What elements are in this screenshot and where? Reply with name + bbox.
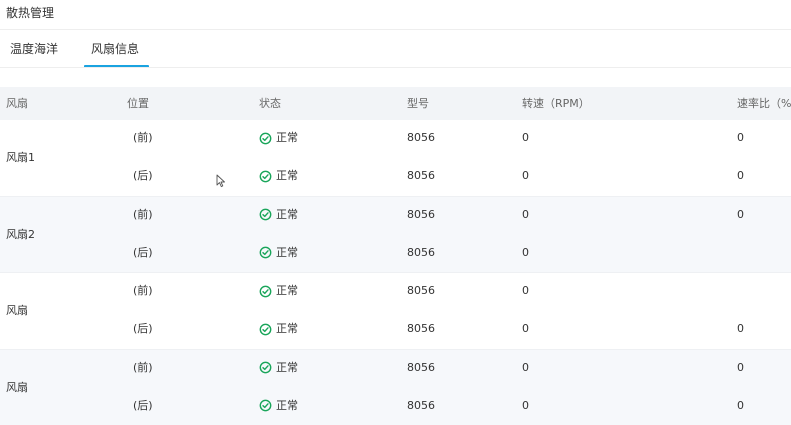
ratio-cell: 0 [737, 131, 744, 144]
status-cell: 正常 [259, 398, 298, 414]
status-text: 正常 [276, 131, 298, 144]
status-cell: 正常 [259, 321, 298, 337]
header-status: 状态 [259, 97, 281, 110]
model-cell: 8056 [407, 169, 435, 182]
status-text: 正常 [276, 207, 298, 221]
check-circle-icon [259, 323, 272, 335]
table-row: (前) 正常 8056 0 0 [0, 120, 791, 158]
table-header: 风扇 位置 状态 型号 转速（RPM） 速率比（% [0, 87, 791, 120]
check-circle-icon [259, 399, 272, 412]
model-cell: 8056 [407, 322, 435, 335]
position-cell: (后) [133, 398, 153, 412]
header-ratio: 速率比（% [737, 97, 791, 110]
speed-cell: 0 [522, 207, 529, 221]
table-row: (后) 正常 8056 0 [0, 235, 791, 273]
ratio-cell: 0 [737, 398, 744, 412]
speed-cell: 0 [522, 360, 529, 374]
table-row: (前) 正常 8056 0 0 [0, 197, 791, 235]
page-title: 散热管理 [6, 6, 55, 20]
status-cell: 正常 [259, 207, 298, 223]
speed-cell: 0 [522, 169, 529, 182]
mouse-cursor-icon [216, 174, 225, 188]
table-row: (后) 正常 8056 0 0 [0, 311, 791, 349]
speed-cell: 0 [522, 245, 529, 259]
position-cell: (后) [133, 322, 153, 335]
status-text: 正常 [276, 169, 298, 182]
header-speed: 转速（RPM） [522, 97, 590, 110]
check-circle-icon [259, 208, 272, 221]
model-cell: 8056 [407, 131, 435, 144]
fan-group: 风扇1 (前) 正常 8056 0 0 (后) 正常 8056 0 0 [0, 120, 791, 197]
model-cell: 8056 [407, 360, 435, 374]
ratio-cell: 0 [737, 360, 744, 374]
status-cell: 正常 [259, 168, 298, 184]
fan-group: 风扇 (前) 正常 8056 0 0 (后) 正常 8056 0 0 [0, 349, 791, 425]
tab-fan-info[interactable]: 风扇信息 [91, 41, 139, 57]
table-row: (前) 正常 8056 0 [0, 273, 791, 311]
speed-cell: 0 [522, 131, 529, 144]
speed-cell: 0 [522, 322, 529, 335]
header-position: 位置 [127, 97, 149, 110]
status-text: 正常 [276, 322, 298, 335]
status-cell: 正常 [259, 360, 298, 376]
check-circle-icon [259, 361, 272, 374]
fan-group: 风扇2 (前) 正常 8056 0 0 (后) 正常 8056 0 [0, 196, 791, 273]
tab-temperature[interactable]: 温度海洋 [10, 41, 58, 57]
table-body: 风扇1 (前) 正常 8056 0 0 (后) 正常 8056 0 0 风扇2 (前) 正常 8056 0 0(… [0, 120, 791, 425]
ratio-cell: 0 [737, 207, 744, 221]
ratio-cell: 0 [737, 322, 744, 335]
model-cell: 8056 [407, 284, 435, 297]
ratio-cell: 0 [737, 169, 744, 182]
header-fan: 风扇 [6, 97, 28, 110]
position-cell: (前) [133, 207, 153, 221]
speed-cell: 0 [522, 284, 529, 297]
status-cell: 正常 [259, 245, 298, 261]
tabs-divider [0, 67, 791, 68]
header-model: 型号 [407, 97, 429, 110]
status-cell: 正常 [259, 283, 298, 299]
position-cell: (后) [133, 245, 153, 259]
fan-management-page: 散热管理 温度海洋 风扇信息 风扇 位置 状态 型号 转速（RPM） 速率比（%… [0, 0, 791, 425]
status-text: 正常 [276, 245, 298, 259]
status-text: 正常 [276, 360, 298, 374]
status-cell: 正常 [259, 130, 298, 146]
status-text: 正常 [276, 398, 298, 412]
check-circle-icon [259, 246, 272, 259]
table-row: (后) 正常 8056 0 0 [0, 388, 791, 425]
status-text: 正常 [276, 284, 298, 297]
position-cell: (前) [133, 360, 153, 374]
tab-bar: 温度海洋 风扇信息 [0, 30, 791, 68]
model-cell: 8056 [407, 207, 435, 221]
model-cell: 8056 [407, 398, 435, 412]
position-cell: (后) [133, 169, 153, 182]
check-circle-icon [259, 170, 272, 182]
fan-table: 风扇 位置 状态 型号 转速（RPM） 速率比（% 风扇1 (前) 正常 8056 0 0… [0, 87, 791, 425]
speed-cell: 0 [522, 398, 529, 412]
check-circle-icon [259, 285, 272, 297]
position-cell: (前) [133, 131, 153, 144]
table-row: (前) 正常 8056 0 0 [0, 350, 791, 388]
check-circle-icon [259, 132, 272, 144]
position-cell: (前) [133, 284, 153, 297]
fan-group: 风扇 (前) 正常 8056 0 (后) 正常 8056 0 0 [0, 273, 791, 350]
model-cell: 8056 [407, 245, 435, 259]
table-row: (后) 正常 8056 0 0 [0, 158, 791, 196]
